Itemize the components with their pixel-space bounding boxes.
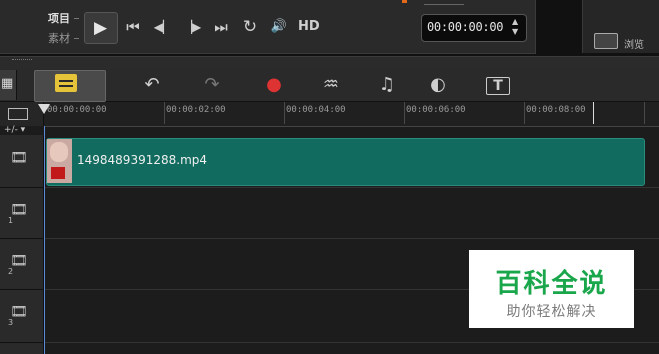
track-number: 2 [8,267,14,276]
tick-line [524,102,525,124]
video-track-icon: 🎞 [10,150,28,166]
timecode-value: 00:00:00:00 [427,20,504,34]
mode-tick-project [74,18,79,19]
spin-up-icon[interactable]: ▲ [512,17,518,26]
track-overlay-4[interactable] [44,343,659,354]
sound-mixer-icon[interactable]: ♒ [318,73,344,97]
tick-label: 00:00:04:00 [286,105,346,115]
timeline-view-icon [55,74,77,92]
tick-label: 00:00:06:00 [406,105,466,115]
mode-project[interactable]: 项目 [46,9,72,29]
motion-tracking-icon[interactable]: ◐ [425,73,451,97]
tick-line [284,102,285,124]
mode-tick-clip [74,38,79,39]
play-icon: ▶ [94,18,108,38]
track-overlay-1[interactable] [44,188,659,239]
tick-line [644,102,645,124]
mode-selector: 项目 素材 [46,9,72,49]
track-manager-toggle[interactable]: +/- ▾ [4,125,25,135]
watermark-subtitle: 助你轻松解决 [506,304,597,320]
storyboard-view-button[interactable]: ▦ [0,70,17,100]
browse-icon[interactable] [594,33,618,49]
splitter-grip [12,59,32,62]
ruler-end-marker [593,102,594,124]
subtitle-editor-icon[interactable]: T [486,77,510,95]
spin-down-icon[interactable]: ▼ [512,27,518,36]
playhead-line [44,126,45,354]
storyboard-icon: ▦ [1,76,14,91]
play-button[interactable]: ▶ [84,12,118,44]
tick-label: 00:00:08:00 [526,105,586,115]
tick-line [404,102,405,124]
undo-icon[interactable]: ↶ [139,73,165,97]
next-frame-icon[interactable]: ▕▶ [181,18,203,36]
clip-thumbnail-badge [51,167,65,179]
watermark-title: 百科全说 [495,269,608,299]
record-capture-icon[interactable]: ● [261,73,287,97]
redo-icon[interactable]: ↷ [199,73,225,97]
tick-line [164,102,165,124]
playhead-handle[interactable] [38,104,50,114]
overlay-track-icon: 🎞 [10,202,28,218]
clip-filename: 1498489391288.mp4 [77,153,208,167]
tick-label: 00:00:02:00 [166,105,226,115]
mode-clip[interactable]: 素材 [46,29,72,49]
auto-music-icon[interactable]: ♫ [374,73,400,97]
browse-button-label[interactable]: 浏览 [624,36,644,51]
tick-label: 00:00:00:00 [47,105,107,115]
to-end-icon[interactable]: ⏭ [212,18,230,36]
mark-indicator [402,0,407,3]
overlay-track-icon: 🎞 [10,253,28,269]
volume-icon[interactable]: 🔊 [267,18,291,36]
clip-thumbnail-subject [50,142,68,162]
panel-splitter[interactable] [0,56,659,70]
track-number: 3 [8,318,14,327]
prev-frame-icon[interactable]: ◀▏ [152,18,174,36]
track-number: 1 [8,216,14,225]
trim-bracket [424,0,464,5]
to-start-icon[interactable]: ⏮ [124,18,142,36]
fit-project-icon[interactable] [8,108,28,120]
overlay-track-icon: 🎞 [10,304,28,320]
repeat-icon[interactable]: ↻ [240,18,260,36]
track-header-overlay-4[interactable] [0,343,44,354]
hd-toggle[interactable]: HD [298,19,320,34]
